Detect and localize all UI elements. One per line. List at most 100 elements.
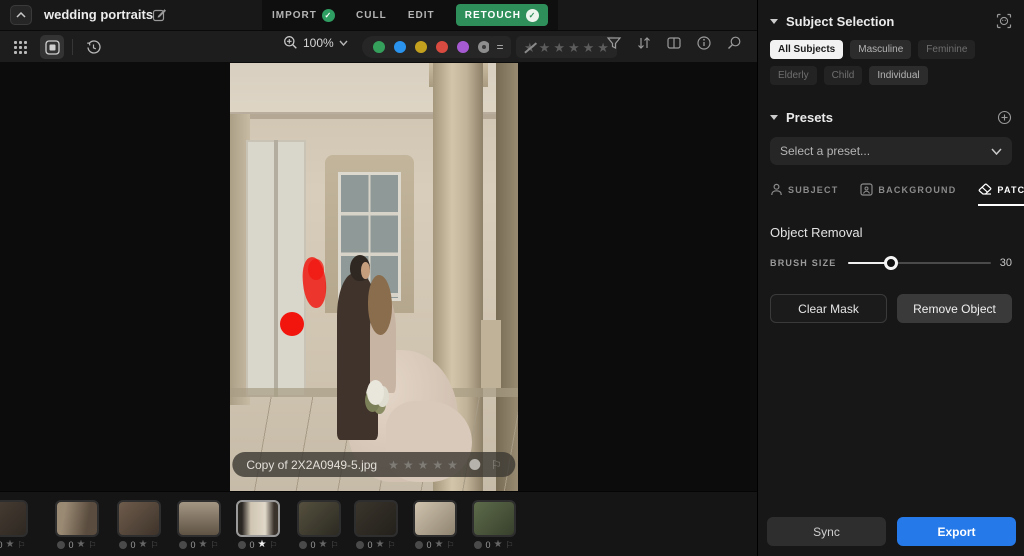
- star-4-icon[interactable]: ★: [583, 41, 595, 54]
- color-dot-yellow[interactable]: [415, 41, 427, 53]
- filmstrip: 0 ★ ⚐ 0 ★ ⚐ 0 ★: [0, 491, 757, 556]
- step-edit[interactable]: EDIT: [408, 10, 435, 21]
- star-none-icon[interactable]: ★: [524, 41, 536, 54]
- sync-button[interactable]: Sync: [767, 517, 886, 546]
- star-3-icon[interactable]: ★: [568, 41, 580, 54]
- face-detect-icon[interactable]: [996, 13, 1012, 29]
- slider-thumb[interactable]: [884, 256, 898, 270]
- chip-all-subjects[interactable]: All Subjects: [770, 40, 843, 59]
- chip-individual[interactable]: Individual: [869, 66, 927, 85]
- chip-elderly[interactable]: Elderly: [770, 66, 817, 85]
- presets-header[interactable]: Presets: [770, 110, 1012, 125]
- filename-bar: Copy of 2X2A0949-5.jpg ★ ★ ★ ★ ★ ⚐: [232, 452, 515, 477]
- tab-patch[interactable]: PATCH: [978, 183, 1024, 206]
- thumb-flag-icon[interactable]: ⚐: [88, 541, 96, 550]
- step-retouch[interactable]: RETOUCH ✓: [456, 4, 548, 26]
- color-dot-green[interactable]: [373, 41, 385, 53]
- thumb-flag-icon[interactable]: ⚐: [446, 541, 454, 550]
- step-import[interactable]: IMPORT ✓: [272, 9, 335, 22]
- thumb-flag-icon[interactable]: ⚐: [387, 541, 395, 550]
- thumb-star-icon[interactable]: ★: [434, 540, 443, 550]
- compare-view-icon[interactable]: [666, 35, 682, 51]
- color-label-dot[interactable]: [469, 459, 480, 470]
- thumb-flag-icon[interactable]: ⚐: [17, 541, 25, 550]
- filter-funnel-icon[interactable]: [606, 35, 622, 51]
- tab-background[interactable]: BACKGROUND: [860, 183, 956, 204]
- color-dot-blue[interactable]: [394, 41, 406, 53]
- clear-mask-button[interactable]: Clear Mask: [770, 294, 887, 323]
- thumb-star-icon[interactable]: ★: [257, 540, 266, 550]
- thumbnail-5-image[interactable]: [236, 500, 280, 537]
- chip-feminine[interactable]: Feminine: [918, 40, 975, 59]
- remove-object-button[interactable]: Remove Object: [897, 294, 1012, 323]
- thumb-star-icon[interactable]: ★: [375, 540, 384, 550]
- single-view-button[interactable]: [40, 35, 64, 59]
- brush-size-value: 30: [1000, 257, 1012, 269]
- workflow-steps: IMPORT ✓ CULL EDIT RETOUCH ✓: [262, 0, 558, 30]
- export-button[interactable]: Export: [897, 517, 1016, 546]
- thumbnail-8-badges: 0 ★ ⚐: [413, 540, 457, 550]
- thumb-flag-icon[interactable]: ⚐: [150, 541, 158, 550]
- thumbnail-6-image[interactable]: [297, 500, 341, 537]
- collapse-button[interactable]: [10, 5, 32, 25]
- thumb-star-icon[interactable]: ★: [138, 540, 147, 550]
- thumb-star-icon[interactable]: ★: [76, 540, 85, 550]
- color-dot-red[interactable]: [436, 41, 448, 53]
- thumb-color-dot[interactable]: [179, 541, 187, 549]
- thumb-color-dot[interactable]: [356, 541, 364, 549]
- thumb-flag-icon[interactable]: ⚐: [269, 541, 277, 550]
- zoom-control[interactable]: 100%: [283, 35, 348, 50]
- grid-icon: [14, 41, 27, 54]
- thumb-star-icon[interactable]: ★: [318, 540, 327, 550]
- info-icon[interactable]: [696, 35, 712, 51]
- thumb-color-dot[interactable]: [299, 541, 307, 549]
- thumbnail-9-image[interactable]: [472, 500, 516, 537]
- thumb-flag-icon[interactable]: ⚐: [505, 541, 513, 550]
- thumbnail-7-image[interactable]: [354, 500, 398, 537]
- thumb-color-dot[interactable]: [415, 541, 423, 549]
- loupe-icon[interactable]: [726, 35, 742, 51]
- thumbnail-4-image[interactable]: [177, 500, 221, 537]
- grid-view-button[interactable]: [8, 35, 32, 59]
- rating-star-2[interactable]: ★: [403, 459, 414, 471]
- edit-pencil-icon[interactable]: [152, 7, 167, 22]
- star-2-icon[interactable]: ★: [553, 41, 565, 54]
- photo-canvas[interactable]: Copy of 2X2A0949-5.jpg ★ ★ ★ ★ ★ ⚐: [230, 63, 518, 491]
- thumbnail-8-image[interactable]: [413, 500, 457, 537]
- history-button[interactable]: [81, 35, 105, 59]
- thumb-flag-icon[interactable]: ⚐: [210, 541, 218, 550]
- thumb-color-dot[interactable]: [474, 541, 482, 549]
- flag-icon[interactable]: ⚐: [491, 459, 502, 471]
- thumb-star-icon[interactable]: ★: [5, 540, 14, 550]
- thumbnail-7: 0 ★ ⚐: [354, 500, 398, 550]
- preset-dropdown[interactable]: Select a preset...: [770, 137, 1012, 165]
- background-image-icon: [860, 183, 873, 196]
- chip-masculine[interactable]: Masculine: [850, 40, 911, 59]
- sort-icon[interactable]: [636, 35, 652, 51]
- rating-star-1[interactable]: ★: [388, 459, 399, 471]
- rating-star-5[interactable]: ★: [447, 459, 458, 471]
- brush-size-slider[interactable]: [848, 256, 991, 270]
- thumbnail-1-image[interactable]: [0, 500, 28, 537]
- rating-star-4[interactable]: ★: [432, 459, 443, 471]
- rating-equals-button[interactable]: =: [489, 36, 511, 58]
- thumb-color-dot[interactable]: [238, 541, 246, 549]
- panel-footer: Sync Export: [767, 517, 1016, 546]
- zoom-magnifier-icon: [283, 35, 298, 50]
- thumb-color-dot[interactable]: [119, 541, 127, 549]
- chip-child[interactable]: Child: [824, 66, 863, 85]
- filename-label: Copy of 2X2A0949-5.jpg: [246, 458, 377, 472]
- thumb-flag-icon[interactable]: ⚐: [330, 541, 338, 550]
- subject-selection-header[interactable]: Subject Selection: [770, 13, 1012, 29]
- thumb-color-dot[interactable]: [57, 541, 65, 549]
- thumbnail-3-image[interactable]: [117, 500, 161, 537]
- rating-star-3[interactable]: ★: [418, 459, 429, 471]
- thumb-star-icon[interactable]: ★: [198, 540, 207, 550]
- thumbnail-2-image[interactable]: [55, 500, 99, 537]
- star-1-icon[interactable]: ★: [539, 41, 551, 54]
- add-preset-icon[interactable]: [997, 110, 1012, 125]
- tab-subject[interactable]: SUBJECT: [770, 183, 838, 204]
- color-dot-purple[interactable]: [457, 41, 469, 53]
- thumb-star-icon[interactable]: ★: [493, 540, 502, 550]
- step-cull[interactable]: CULL: [356, 10, 387, 21]
